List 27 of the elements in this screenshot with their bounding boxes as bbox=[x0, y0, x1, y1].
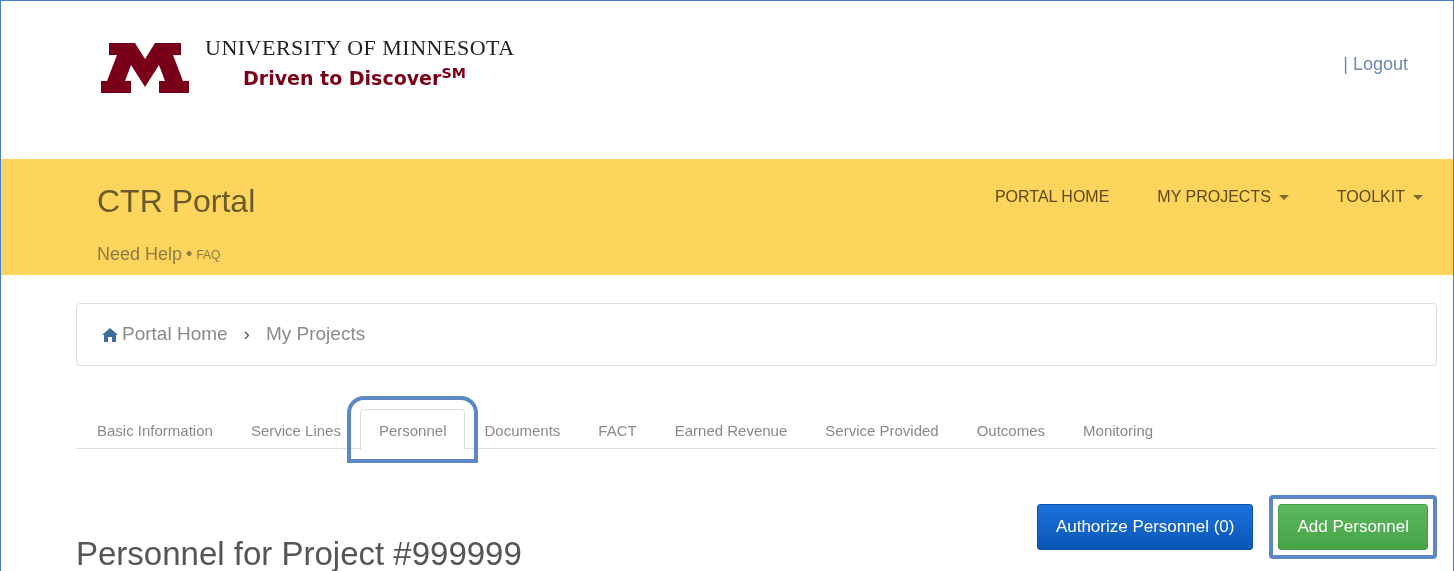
breadcrumb-link[interactable]: Portal Home bbox=[102, 320, 228, 349]
nav-dropdown[interactable]: TOOLKIT bbox=[1336, 185, 1423, 209]
logo-icon bbox=[101, 43, 189, 93]
caret-icon bbox=[1413, 194, 1423, 200]
tab[interactable]: Service Lines bbox=[231, 409, 360, 453]
logout-link[interactable]: | Logout bbox=[1343, 31, 1408, 78]
tab[interactable]: FACT bbox=[579, 409, 656, 453]
faq-link[interactable]: FAQ bbox=[196, 245, 221, 264]
university-name: UNIVERSITY OF MINNESOTA bbox=[205, 34, 515, 62]
portal-title: CTR Portal bbox=[97, 182, 256, 221]
authorize-button[interactable]: Authorize Personnel (0) bbox=[1036, 504, 1254, 550]
tab[interactable]: Documents bbox=[465, 409, 580, 453]
tagline: Driven to Discover$^{SM}$ bbox=[242, 64, 467, 91]
breadcrumb-link[interactable]: My Projects bbox=[265, 320, 366, 349]
add-button[interactable]: Add Personnel bbox=[1278, 504, 1428, 550]
tab[interactable]: Earned Revenue bbox=[655, 409, 807, 453]
tab[interactable]: Basic Information bbox=[78, 409, 232, 453]
nav-dropdown[interactable]: MY PROJECTS bbox=[1157, 185, 1289, 209]
breadcrumb-separator: › bbox=[243, 322, 250, 347]
separator-dot: • bbox=[186, 243, 193, 266]
home-icon bbox=[102, 327, 118, 342]
help-link[interactable]: Need Help bbox=[97, 241, 183, 268]
tab[interactable]: Monitoring bbox=[1064, 409, 1173, 453]
nav-link[interactable]: PORTAL HOME bbox=[994, 185, 1110, 209]
caret-icon bbox=[1278, 194, 1289, 200]
tab[interactable]: Service Provided bbox=[806, 409, 958, 453]
tab[interactable]: Outcomes bbox=[957, 409, 1065, 453]
